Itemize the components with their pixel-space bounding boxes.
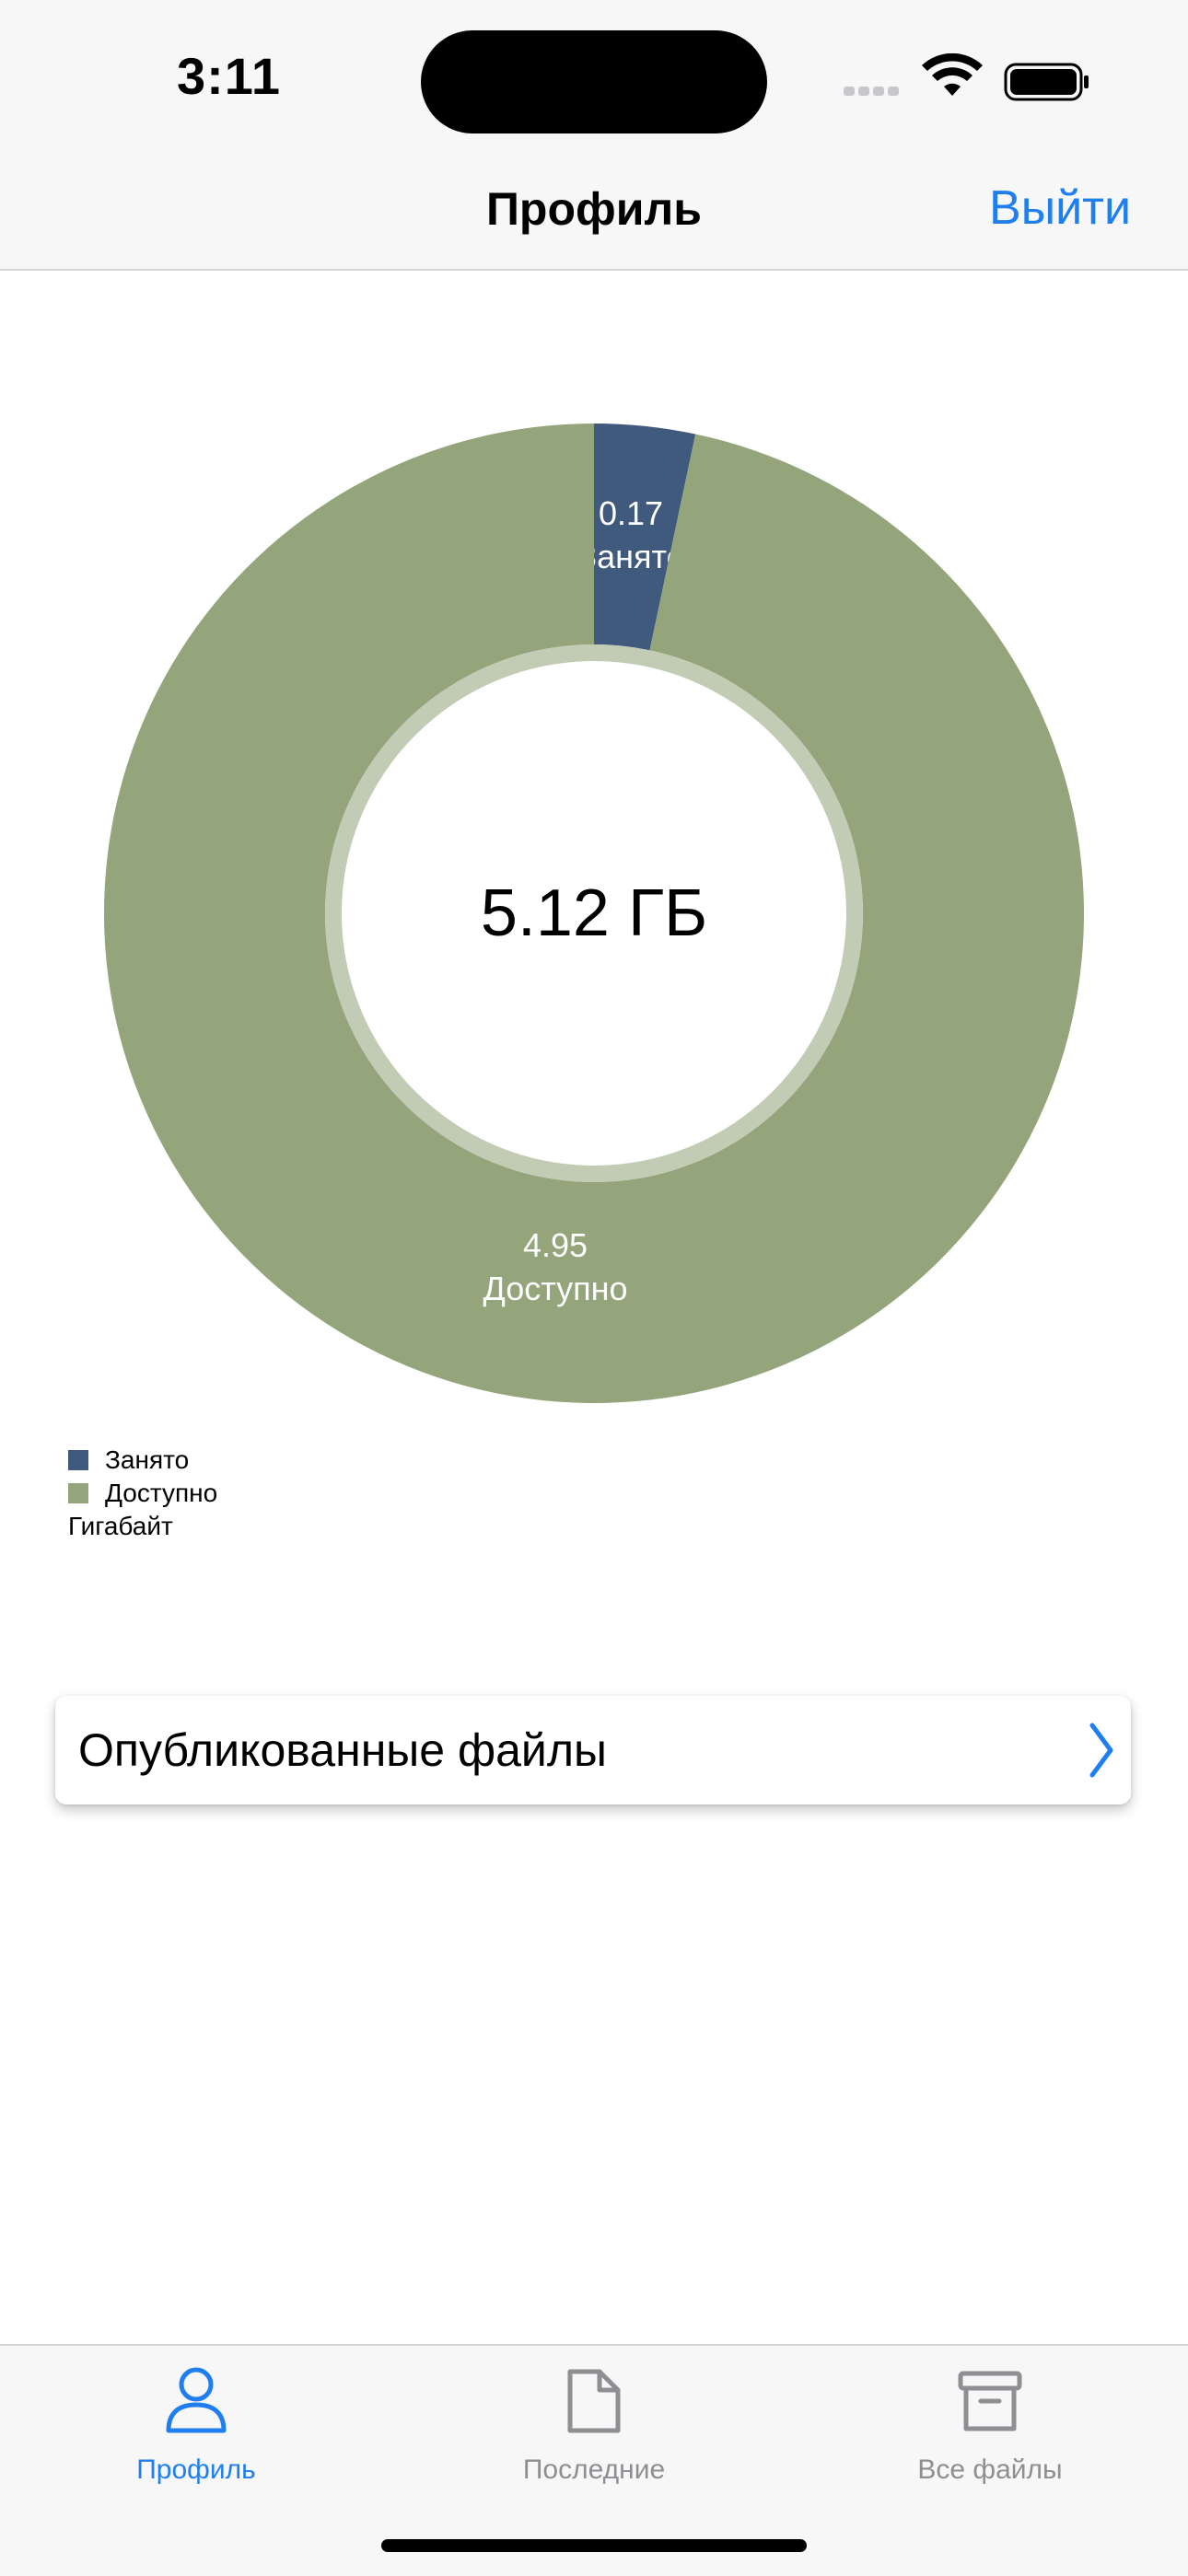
- tab-recent[interactable]: Последние: [456, 2346, 732, 2512]
- published-files-button[interactable]: Опубликованные файлы: [55, 1696, 1131, 1804]
- slice-category-available: Доступно: [483, 1270, 627, 1307]
- legend-label-available: Доступно: [105, 1479, 218, 1507]
- slice-value-available: 4.95: [523, 1226, 588, 1264]
- battery-icon: [1004, 63, 1089, 101]
- legend-item-available: Доступно: [68, 1477, 217, 1510]
- legend-swatch-available: [68, 1483, 88, 1503]
- legend-swatch-used: [68, 1450, 88, 1470]
- donut-center-label: 5.12 ГБ: [481, 876, 707, 950]
- chevron-right-icon: [1089, 1723, 1113, 1778]
- dynamic-island: [421, 30, 767, 133]
- home-indicator: [381, 2539, 807, 2552]
- status-icons: [844, 53, 1089, 101]
- slice-value-used: 0.17: [599, 494, 663, 532]
- legend-label-used: Занято: [105, 1445, 190, 1474]
- storage-donut-chart: 0.17Занято4.95Доступно5.12 ГБ: [104, 424, 1084, 1403]
- archive-box-icon: [958, 2371, 1022, 2431]
- tab-profile[interactable]: Профиль: [58, 2346, 334, 2512]
- legend-unit-label: Гигабайт: [68, 1512, 173, 1540]
- chart-legend: Занято Доступно Гигабайт: [68, 1444, 217, 1543]
- wifi-icon: [922, 53, 983, 96]
- tab-all-files[interactable]: Все файлы: [852, 2346, 1128, 2512]
- tab-label-all-files: Все файлы: [917, 2454, 1063, 2485]
- navigation-bar: Профиль Выйти: [0, 157, 1188, 271]
- tab-label-profile: Профиль: [136, 2454, 256, 2485]
- status-bar: 3:11: [0, 0, 1188, 157]
- published-files-label: Опубликованные файлы: [78, 1724, 607, 1776]
- tab-label-recent: Последние: [522, 2454, 666, 2485]
- status-time: 3:11: [177, 47, 281, 105]
- logout-button[interactable]: Выйти: [989, 180, 1131, 236]
- document-icon: [567, 2369, 621, 2433]
- person-icon: [166, 2367, 227, 2433]
- cellular-signal-icon: [844, 87, 899, 96]
- legend-item-used: Занято: [68, 1444, 217, 1477]
- storage-chart: 0.17 Занято 4.95 Доступно 5.12 ГБ: [0, 269, 1188, 1576]
